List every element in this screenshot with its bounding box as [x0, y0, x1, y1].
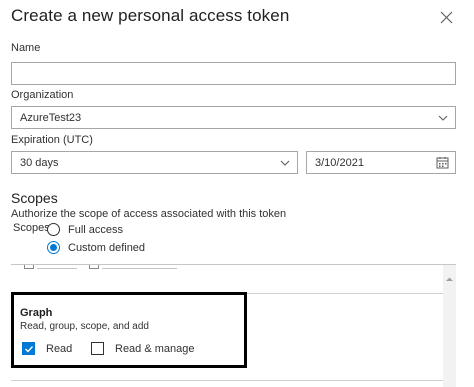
organization-label: Organization	[11, 89, 74, 101]
expiration-label: Expiration (UTC)	[11, 134, 93, 146]
close-icon	[440, 11, 452, 23]
radio-label: Full access	[68, 223, 124, 236]
name-label: Name	[11, 42, 41, 54]
scrollbar-thumb[interactable]	[445, 289, 454, 369]
radio-custom-defined[interactable]: Custom defined	[47, 241, 145, 254]
scopes-description: Authorize the scope of access associated…	[11, 208, 287, 220]
read-checkbox[interactable]	[22, 342, 35, 355]
read-label: Read	[46, 342, 73, 355]
expiration-date-picker[interactable]: 3/10/2021	[306, 151, 456, 174]
scopes-label: Scopes	[13, 222, 50, 234]
calendar-icon	[436, 157, 449, 169]
graph-read-option[interactable]: Read	[22, 342, 72, 355]
checkmark-icon	[24, 345, 33, 353]
chevron-down-icon	[280, 160, 290, 166]
scopes-heading: Scopes	[11, 190, 58, 206]
organization-value: AzureTest23	[20, 111, 82, 124]
graph-description: Read, group, scope, and add	[20, 321, 149, 332]
read-manage-label: Read & manage	[115, 342, 195, 355]
read-manage-checkbox[interactable]	[91, 342, 104, 355]
radio-button[interactable]	[47, 241, 60, 254]
scroll-up-arrow-icon[interactable]	[445, 275, 454, 284]
expiration-select[interactable]: 30 days	[11, 151, 298, 174]
checkbox-partial	[89, 265, 99, 269]
name-input[interactable]	[20, 63, 455, 84]
divider	[11, 380, 444, 381]
chevron-down-icon	[438, 115, 448, 121]
radio-full-access[interactable]: Full access	[47, 223, 123, 236]
dialog-title: Create a new personal access token	[11, 6, 290, 25]
radio-label: Custom defined	[68, 241, 146, 254]
expiration-value: 30 days	[20, 156, 59, 169]
graph-read-manage-option[interactable]: Read & manage	[91, 342, 195, 355]
close-button[interactable]	[437, 8, 455, 26]
expiration-date-value: 3/10/2021	[315, 156, 364, 169]
list-item-partial	[11, 265, 441, 273]
graph-title: Graph	[20, 307, 53, 319]
organization-select[interactable]: AzureTest23	[11, 106, 456, 129]
checkbox-partial	[24, 265, 34, 269]
name-field[interactable]	[11, 62, 456, 85]
radio-button[interactable]	[47, 223, 60, 236]
graph-scope-section: Graph Read, group, scope, and add Read R…	[11, 292, 247, 368]
scrollbar[interactable]	[443, 265, 456, 387]
